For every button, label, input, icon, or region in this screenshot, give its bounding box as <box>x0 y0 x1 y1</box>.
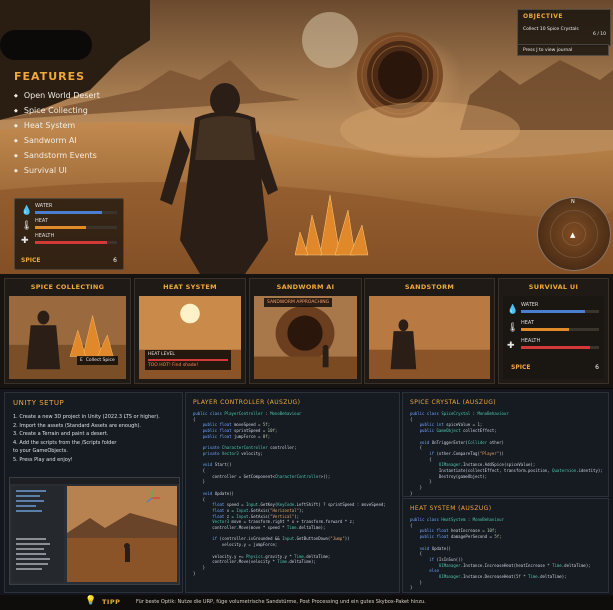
heat-level-bar <box>148 359 228 361</box>
health-bar-fill <box>521 346 590 349</box>
health-bar <box>521 346 599 349</box>
player-arrow-icon: ▲ <box>570 231 576 239</box>
collect-label: Collect Spice <box>85 358 115 363</box>
health-label: HEALTH <box>35 233 55 239</box>
panel-image <box>369 296 490 379</box>
objective-panel: OBJECTIVE Collect 10 Spice Crystals 6 / … <box>517 9 611 46</box>
unity-setup-panel: UNITY SETUP 1. Create a new 3D project i… <box>4 392 183 593</box>
health-bar-fill <box>35 241 108 244</box>
water-bar <box>35 211 117 214</box>
setup-step: 3. Create a Terrain and paint a desert. <box>13 431 109 438</box>
heat-code-block: public class HeatSystem : MonoBehaviour … <box>410 517 591 591</box>
objective-title: OBJECTIVE <box>523 13 563 20</box>
setup-step: 5. Press Play and enjoy! <box>13 456 73 463</box>
panel-title: HEAT SYSTEM <box>163 283 217 291</box>
setup-step: 4. Add the scripts from the /Scripts fol… <box>13 439 117 446</box>
heat-label: HEAT <box>35 218 49 224</box>
spice-code-title: SPICE CRYSTAL (AUSZUG) <box>410 399 497 406</box>
setup-steps: 1. Create a new 3D project in Unity (202… <box>13 413 181 465</box>
health-cross-icon: ✚ <box>21 236 29 246</box>
health-label: HEALTH <box>521 338 541 344</box>
water-drop-icon: 💧 <box>21 206 33 216</box>
setup-step: 2. Import the assets (Standard Assets ar… <box>13 422 142 429</box>
water-bar-fill <box>521 310 585 313</box>
heat-bar <box>521 328 599 331</box>
spice-value: 6 <box>595 364 599 371</box>
editor-preview <box>10 478 179 584</box>
water-bar <box>521 310 599 313</box>
panel-title: SANDWORM AI <box>276 283 335 291</box>
panel-spice-collecting: SPICE COLLECTING E Collect Spice <box>4 278 131 384</box>
panel-sandworm-ai: SANDWORM AI SANDWORM APPROACHING <box>249 278 362 384</box>
spice-counter: SPICE 6 <box>21 257 117 264</box>
features-list: FEATURES Open World Desert Spice Collect… <box>14 70 100 179</box>
minimap[interactable]: N ▲ <box>537 197 611 271</box>
compass-north-label: N <box>571 199 575 205</box>
tip-text: Für beste Optik: Nutze die URP, füge vol… <box>136 599 426 605</box>
features-title: FEATURES <box>14 70 86 83</box>
heat-bar-fill <box>521 328 570 331</box>
panel-title: SURVIVAL UI <box>528 283 579 291</box>
panel-image: SANDWORM APPROACHING <box>254 296 357 379</box>
logo-mask <box>0 30 92 60</box>
panel-image: E Collect Spice <box>9 296 126 379</box>
setup-step: 1. Create a new 3D project in Unity (202… <box>13 414 160 420</box>
panel-sandstorm: SANDSTORM <box>364 278 495 384</box>
heat-warning-text: TOO HOT! Find shade! <box>148 363 199 368</box>
heat-label: HEAT <box>521 320 535 326</box>
survival-hud: 💧 WATER 🌡 HEAT ✚ HEALTH SPICE 6 <box>14 198 124 270</box>
objective-count: 6 / 10 <box>593 32 606 37</box>
setup-title: UNITY SETUP <box>13 399 65 407</box>
heat-level-warning: HEAT LEVEL TOO HOT! Find shade! <box>145 350 231 370</box>
journal-hint: Press J to view journal <box>517 44 609 56</box>
hero-banner: FEATURES Open World Desert Spice Collect… <box>0 0 613 274</box>
interact-key: E <box>80 358 83 363</box>
panel-heat-system: HEAT SYSTEM HEAT LEVEL TOO HOT! Find sha… <box>134 278 246 384</box>
player-code-title: PLAYER CONTROLLER (AUSZUG) <box>193 399 301 406</box>
health-bar <box>35 241 117 244</box>
feature-item: Spice Collecting <box>14 104 100 119</box>
feature-panels: SPICE COLLECTING E Collect Spice HEAT SY… <box>0 274 613 388</box>
spice-crystal-code: SPICE CRYSTAL (AUSZUG) public class Spic… <box>402 392 609 497</box>
player-controller-code: PLAYER CONTROLLER (AUSZUG) public class … <box>185 392 400 593</box>
heat-level-label: HEAT LEVEL <box>148 352 175 357</box>
feature-item: Open World Desert <box>14 89 100 104</box>
water-label: WATER <box>521 302 539 308</box>
setup-step: to your GameObjects. <box>13 448 68 455</box>
spice-counter: SPICE 6 <box>511 364 599 371</box>
heat-bar <box>35 226 117 229</box>
spice-code-block: public class SpiceCrystal : MonoBehaviou… <box>410 411 603 496</box>
heat-system-code: HEAT SYSTEM (AUSZUG) public class HeatSy… <box>402 498 609 593</box>
feature-item: Heat System <box>14 119 100 134</box>
water-drop-icon: 💧 <box>507 305 519 315</box>
panel-image: HEAT LEVEL TOO HOT! Find shade! <box>139 296 241 379</box>
heat-bar-fill <box>35 226 86 229</box>
spice-label: SPICE <box>511 364 531 371</box>
lightbulb-icon: 💡 <box>85 596 97 606</box>
panel-title: SANDSTORM <box>404 283 455 291</box>
feature-item: Survival UI <box>14 164 100 179</box>
tip-label: TIPP <box>102 598 121 606</box>
player-code-block: public class PlayerController : MonoBeha… <box>193 411 386 576</box>
collect-prompt: E Collect Spice <box>77 356 118 365</box>
tip-bar: 💡 TIPP Für beste Optik: Nutze die URP, f… <box>0 595 613 610</box>
health-cross-icon: ✚ <box>507 341 515 351</box>
thermometer-icon: 🌡 <box>21 221 33 231</box>
panel-survival-ui: SURVIVAL UI 💧 WATER 🌡 HEAT ✚ HEALTH SPIC… <box>498 278 609 384</box>
unity-editor-screenshot <box>9 477 180 585</box>
feature-item: Sandworm AI <box>14 134 100 149</box>
water-label: WATER <box>35 203 53 209</box>
sandworm-alert: SANDWORM APPROACHING <box>264 298 333 307</box>
objective-desc: Collect 10 Spice Crystals <box>523 27 579 32</box>
water-bar-fill <box>35 211 103 214</box>
panel-image: 💧 WATER 🌡 HEAT ✚ HEALTH SPICE 6 <box>503 296 604 379</box>
feature-item: Sandstorm Events <box>14 149 100 164</box>
spice-value: 6 <box>113 257 117 264</box>
thermometer-icon: 🌡 <box>507 323 519 333</box>
heat-code-title: HEAT SYSTEM (AUSZUG) <box>410 505 492 512</box>
spice-label: SPICE <box>21 257 41 264</box>
panel-title: SPICE COLLECTING <box>30 283 105 291</box>
